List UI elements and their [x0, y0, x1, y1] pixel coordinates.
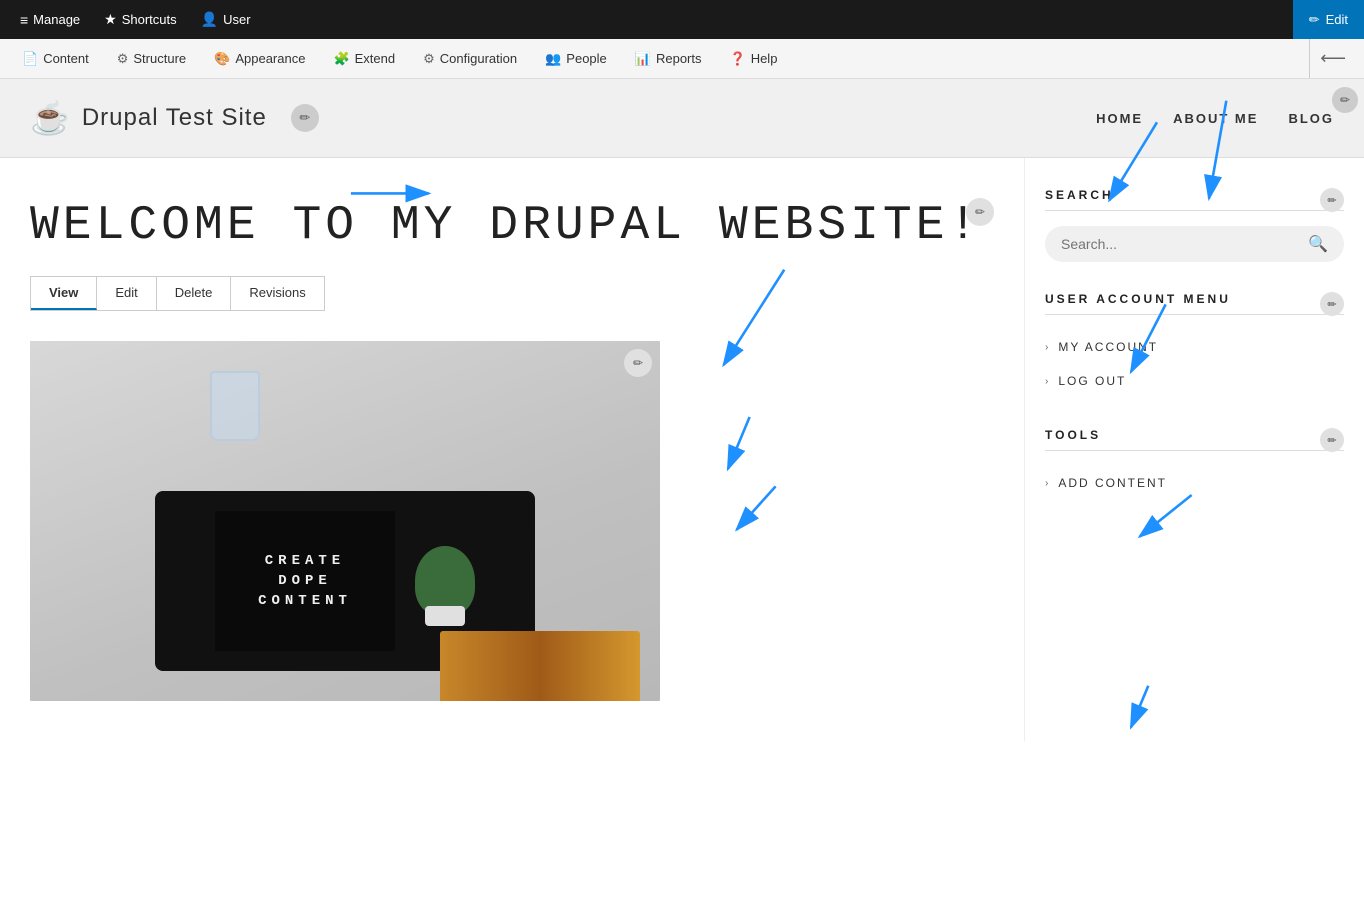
configuration-icon: ⚙ [423, 51, 435, 67]
page-title: WELCOME TO MY DRUPAL WEBSITE! [30, 198, 994, 256]
nav-structure[interactable]: ⚙ Structure [103, 39, 200, 78]
tab-view[interactable]: View [31, 277, 97, 310]
shortcuts-menu-item[interactable]: ★ Shortcuts [92, 0, 188, 39]
tools-block: TOOLS ✏ › ADD CONTENT [1045, 428, 1344, 500]
tools-block-title: TOOLS [1045, 428, 1344, 451]
nav-people[interactable]: 👥 People [531, 39, 621, 78]
site-title: Drupal Test Site [82, 104, 267, 132]
letter-board-line-3: CONTENT [258, 593, 352, 609]
nav-content[interactable]: 📄 Content [8, 39, 103, 78]
page-wrapper: ☕ Drupal Test Site ✏ HOME ABOUT ME BLOG … [0, 79, 1364, 879]
site-header: ☕ Drupal Test Site ✏ HOME ABOUT ME BLOG … [0, 79, 1364, 158]
letter-board-line-1: CREATE [265, 553, 345, 569]
log-out-item[interactable]: › LOG OUT [1045, 364, 1344, 398]
sidebar: SEARCH ✏ 🔍 USER ACCOUNT MENU ✏ › MY ACCO… [1024, 158, 1364, 741]
tab-edit[interactable]: Edit [97, 277, 156, 310]
search-block-title: SEARCH [1045, 188, 1344, 211]
chevron-right-icon: › [1045, 342, 1050, 353]
image-block-edit-btn[interactable]: ✏ [624, 349, 652, 377]
nav-about[interactable]: ABOUT ME [1173, 111, 1258, 126]
user-menu-item[interactable]: 👤 User [189, 0, 263, 39]
nav-collapse-btn[interactable]: ⟵ [1309, 39, 1356, 78]
user-icon: 👤 [201, 11, 218, 28]
main-layout: WELCOME TO MY DRUPAL WEBSITE! ✏ View Edi… [0, 158, 1364, 741]
star-icon: ★ [104, 11, 117, 28]
chevron-right-icon-2: › [1045, 376, 1050, 387]
content-tab-bar: View Edit Delete Revisions [30, 276, 325, 311]
title-block-edit-btn[interactable]: ✏ [966, 198, 994, 226]
people-icon: 👥 [545, 51, 561, 67]
search-block: SEARCH ✏ 🔍 [1045, 188, 1344, 262]
edit-button[interactable]: ✏ Edit [1293, 0, 1364, 39]
content-area: WELCOME TO MY DRUPAL WEBSITE! ✏ View Edi… [0, 158, 1024, 741]
nav-blog[interactable]: BLOG [1288, 111, 1334, 126]
tools-block-edit-btn[interactable]: ✏ [1320, 428, 1344, 452]
site-logo-area: ☕ Drupal Test Site ✏ [30, 99, 319, 137]
nav-help[interactable]: ❓ Help [716, 39, 792, 78]
page-title-section: WELCOME TO MY DRUPAL WEBSITE! ✏ [30, 198, 994, 256]
my-account-item[interactable]: › MY ACCOUNT [1045, 330, 1344, 364]
extend-icon: 🧩 [333, 51, 349, 67]
user-account-menu-title: USER ACCOUNT MENU [1045, 292, 1344, 315]
help-icon: ❓ [730, 51, 746, 67]
add-content-item[interactable]: › ADD CONTENT [1045, 466, 1344, 500]
nav-configuration[interactable]: ⚙ Configuration [409, 39, 531, 78]
site-logo-icon: ☕ [30, 99, 70, 137]
search-input-wrap: 🔍 [1045, 226, 1344, 262]
letter-board-line-2: DOPE [278, 573, 332, 589]
search-block-edit-btn[interactable]: ✏ [1320, 188, 1344, 212]
image-scene: CREATE DOPE CONTENT [30, 341, 660, 701]
user-account-menu-block: USER ACCOUNT MENU ✏ › MY ACCOUNT › LOG O… [1045, 292, 1344, 398]
nav-home[interactable]: HOME [1096, 111, 1143, 126]
site-title-edit-btn[interactable]: ✏ [291, 104, 319, 132]
user-account-menu-edit-btn[interactable]: ✏ [1320, 292, 1344, 316]
nav-appearance[interactable]: 🎨 Appearance [200, 39, 319, 78]
nav-reports[interactable]: 📊 Reports [621, 39, 716, 78]
structure-icon: ⚙ [117, 51, 129, 67]
reports-icon: 📊 [635, 51, 651, 67]
site-nav: HOME ABOUT ME BLOG [1096, 111, 1334, 126]
search-submit-icon[interactable]: 🔍 [1308, 234, 1328, 254]
admin-toolbar: ≡ Manage ★ Shortcuts 👤 User ✏ Edit [0, 0, 1364, 39]
appearance-icon: 🎨 [214, 51, 230, 67]
content-icon: 📄 [22, 51, 38, 67]
pencil-icon: ✏ [1309, 12, 1320, 28]
manage-menu-item[interactable]: ≡ Manage [8, 0, 92, 39]
nav-extend[interactable]: 🧩 Extend [319, 39, 409, 78]
tab-delete[interactable]: Delete [157, 277, 232, 310]
hamburger-icon: ≡ [20, 12, 28, 28]
nav-right: ⟵ [1309, 39, 1356, 78]
tab-revisions[interactable]: Revisions [231, 277, 323, 310]
chevron-right-icon-3: › [1045, 478, 1050, 489]
search-input[interactable] [1061, 236, 1300, 252]
content-image: ✏ CREATE DOPE CONTENT [30, 341, 660, 701]
secondary-nav: 📄 Content ⚙ Structure 🎨 Appearance 🧩 Ext… [0, 39, 1364, 79]
site-header-pencil-btn[interactable]: ✏ [1332, 87, 1358, 113]
